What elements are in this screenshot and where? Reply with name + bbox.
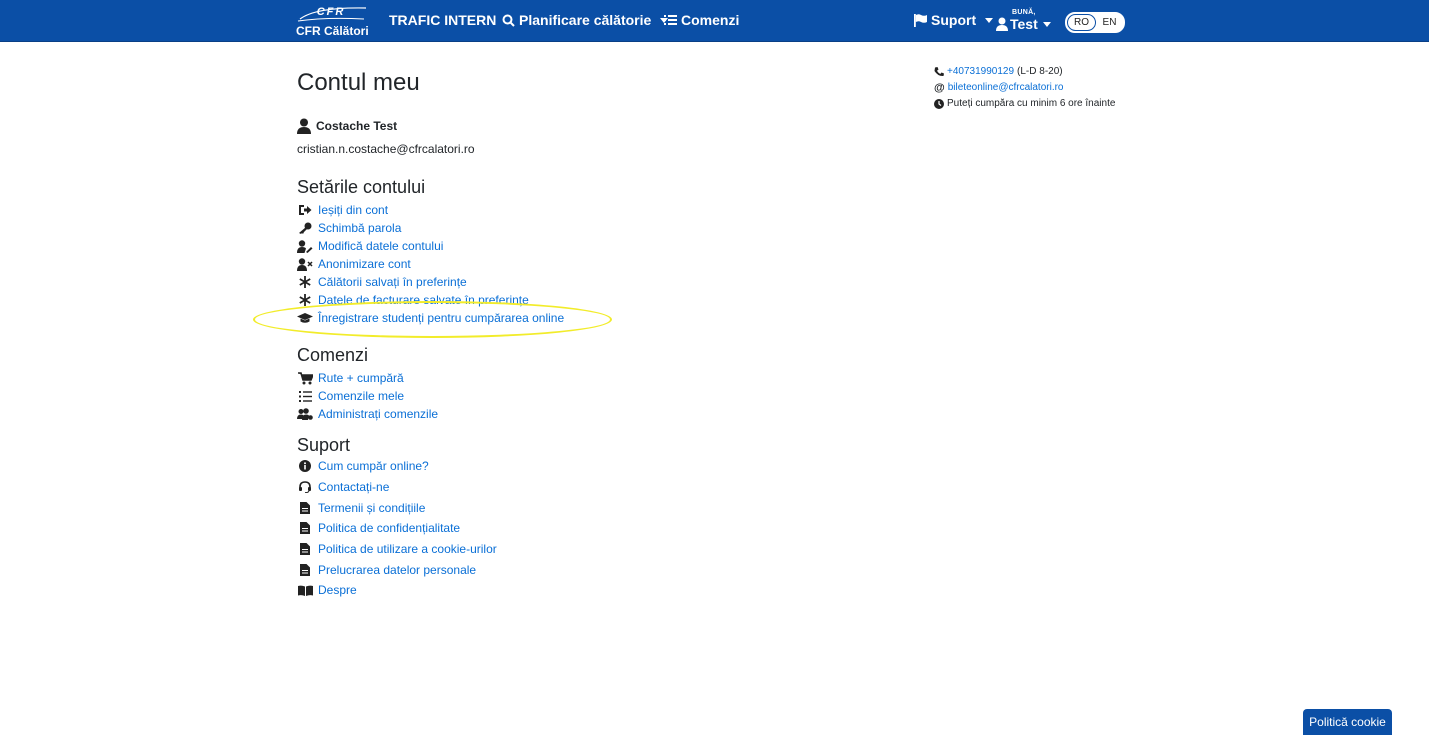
support-item-personal-data[interactable]: Prelucrarea datelor personale xyxy=(297,559,497,580)
page-title: Contul meu xyxy=(297,69,420,96)
list-icon xyxy=(664,15,677,25)
support-item-privacy[interactable]: Politica de confidențialitate xyxy=(297,518,497,539)
orders-item-my-orders[interactable]: Comenzile mele xyxy=(297,387,438,405)
logo-mark: CFR xyxy=(316,6,346,18)
contact-notice-row: Puteți cumpăra cu minim 6 ore înainte xyxy=(934,96,1115,112)
settings-item-saved-travelers[interactable]: Călătorii salvați în preferințe xyxy=(297,273,564,291)
account-user: Costache Test xyxy=(297,118,397,134)
phone-icon xyxy=(934,67,944,77)
settings-item-anonymize[interactable]: Anonimizare cont xyxy=(297,255,564,273)
document-icon xyxy=(297,501,313,515)
settings-link-saved-billing[interactable]: Datele de facturare salvate în preferinț… xyxy=(318,293,529,307)
top-navbar: CFR CFR Călători TRAFIC INTERN Planifica… xyxy=(0,0,1429,42)
nav-trafic-intern[interactable]: TRAFIC INTERN xyxy=(389,12,496,28)
asterisk-icon xyxy=(297,275,313,289)
nav-suport-label: Suport xyxy=(931,12,977,28)
settings-list: Ieșiți din cont Schimbă parola Modifică … xyxy=(297,201,564,327)
flag-icon xyxy=(914,13,927,27)
user-icon xyxy=(996,17,1008,31)
cfr-logo[interactable]: CFR CFR Călători xyxy=(296,5,369,38)
support-list: Cum cumpăr online? Contactați-ne Termeni… xyxy=(297,456,497,601)
key-icon xyxy=(297,221,313,235)
settings-item-change-password[interactable]: Schimbă parola xyxy=(297,219,564,237)
contact-hours: (L-D 8-20) xyxy=(1017,66,1063,77)
settings-link-edit-account[interactable]: Modifică datele contului xyxy=(318,239,443,253)
settings-item-student-registration[interactable]: Înregistrare studenți pentru cumpărarea … xyxy=(297,309,564,327)
support-link-personal-data[interactable]: Prelucrarea datelor personale xyxy=(318,563,476,577)
contact-email-link[interactable]: bileteonline@cfrcalatori.ro xyxy=(948,80,1064,96)
nav-planificare-dropdown[interactable]: Planificare călătorie xyxy=(502,12,669,28)
support-link-privacy[interactable]: Politica de confidențialitate xyxy=(318,521,460,535)
info-circle-icon xyxy=(297,459,313,473)
language-switch[interactable]: RO EN xyxy=(1065,12,1125,33)
user-menu-name: Test xyxy=(1010,16,1051,32)
orders-list: Rute + cumpără Comenzile mele Administra… xyxy=(297,369,438,423)
contact-phone-link[interactable]: +40731990129 xyxy=(947,64,1014,80)
settings-item-edit-account[interactable]: Modifică datele contului xyxy=(297,237,564,255)
lang-ro-option[interactable]: RO xyxy=(1067,14,1096,31)
sign-out-icon xyxy=(297,203,313,217)
nav-planificare-label: Planificare călătorie xyxy=(519,12,652,28)
logo-name: CFR Călători xyxy=(296,24,369,38)
support-link-cookies-policy[interactable]: Politica de utilizare a cookie-urilor xyxy=(318,542,497,556)
orders-link-routes-buy[interactable]: Rute + cumpără xyxy=(318,371,404,385)
orders-link-my-orders[interactable]: Comenzile mele xyxy=(318,389,404,403)
nav-trafic-label: TRAFIC INTERN xyxy=(389,12,497,28)
list-icon xyxy=(297,389,313,403)
clock-icon xyxy=(934,99,944,109)
book-icon xyxy=(297,583,313,597)
orders-title: Comenzi xyxy=(297,345,369,365)
support-item-terms[interactable]: Termenii și condițiile xyxy=(297,497,497,518)
cookie-policy-button[interactable]: Politică cookie xyxy=(1303,709,1392,735)
settings-link-change-password[interactable]: Schimbă parola xyxy=(318,221,401,235)
user-remove-icon xyxy=(297,257,313,271)
graduation-cap-icon xyxy=(297,311,313,325)
nav-suport-dropdown[interactable]: Suport xyxy=(914,12,994,28)
lang-en-option[interactable]: EN xyxy=(1096,15,1123,30)
orders-item-manage-orders[interactable]: Administrați comenzile xyxy=(297,405,438,423)
support-item-how-to-buy[interactable]: Cum cumpăr online? xyxy=(297,456,497,477)
contact-email-row: @ bileteonline@cfrcalatori.ro xyxy=(934,80,1115,96)
caret-down-icon xyxy=(1042,21,1051,27)
support-item-about[interactable]: Despre xyxy=(297,580,497,601)
nav-comenzi[interactable]: Comenzi xyxy=(664,12,739,28)
support-item-contact[interactable]: Contactați-ne xyxy=(297,477,497,498)
user-edit-icon xyxy=(297,239,313,253)
asterisk-icon xyxy=(297,293,313,307)
account-email: cristian.n.costache@cfrcalatori.ro xyxy=(297,142,475,156)
settings-title: Setările contului xyxy=(297,177,426,197)
support-link-how-to-buy[interactable]: Cum cumpăr online? xyxy=(318,459,429,473)
orders-item-routes-buy[interactable]: Rute + cumpără xyxy=(297,369,438,387)
support-item-cookies-policy[interactable]: Politica de utilizare a cookie-urilor xyxy=(297,539,497,560)
document-icon xyxy=(297,521,313,535)
user-icon xyxy=(297,118,311,134)
support-link-contact[interactable]: Contactați-ne xyxy=(318,480,389,494)
caret-down-icon xyxy=(985,17,994,23)
users-cog-icon xyxy=(297,407,313,421)
settings-link-logout[interactable]: Ieșiți din cont xyxy=(318,203,388,217)
support-link-about[interactable]: Despre xyxy=(318,583,357,597)
document-icon xyxy=(297,563,313,577)
settings-link-student-registration[interactable]: Înregistrare studenți pentru cumpărarea … xyxy=(318,311,564,325)
search-icon xyxy=(502,14,515,27)
contact-info: +40731990129 (L-D 8-20) @ bileteonline@c… xyxy=(934,64,1115,112)
orders-link-manage-orders[interactable]: Administrați comenzile xyxy=(318,407,438,421)
user-menu-dropdown[interactable]: BUNĂ, Test xyxy=(996,9,1056,35)
contact-notice: Puteți cumpăra cu minim 6 ore înainte xyxy=(947,98,1116,109)
support-link-terms[interactable]: Termenii și condițiile xyxy=(318,501,425,515)
nav-comenzi-label: Comenzi xyxy=(681,12,740,28)
document-icon xyxy=(297,542,313,556)
settings-link-anonymize[interactable]: Anonimizare cont xyxy=(318,257,411,271)
cart-icon xyxy=(297,371,313,385)
account-user-name: Costache Test xyxy=(316,119,398,133)
contact-phone-row: +40731990129 (L-D 8-20) xyxy=(934,64,1115,80)
user-greeting: BUNĂ, xyxy=(1012,9,1036,16)
user-first-name: Test xyxy=(1010,16,1038,32)
at-icon: @ xyxy=(934,82,945,94)
settings-link-saved-travelers[interactable]: Călătorii salvați în preferințe xyxy=(318,275,467,289)
headset-icon xyxy=(297,480,313,494)
support-title: Suport xyxy=(297,435,351,455)
settings-item-logout[interactable]: Ieșiți din cont xyxy=(297,201,564,219)
settings-item-saved-billing[interactable]: Datele de facturare salvate în preferinț… xyxy=(297,291,564,309)
